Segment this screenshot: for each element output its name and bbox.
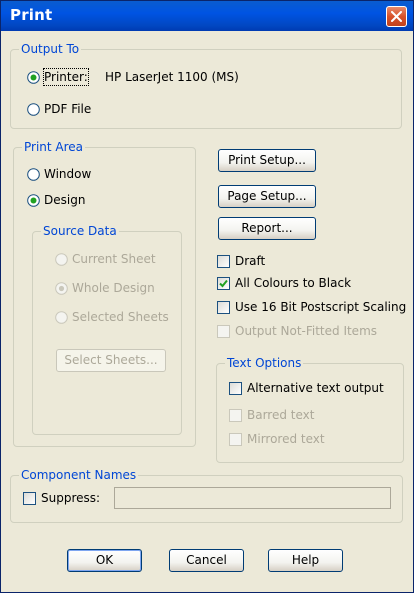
- printer-radio[interactable]: [27, 71, 40, 84]
- whole-design-radio[interactable]: [55, 282, 68, 295]
- source-data-label: Source Data: [41, 223, 119, 239]
- mirrored-text-checkbox[interactable]: [229, 433, 242, 446]
- component-names-label: Component Names: [19, 467, 139, 483]
- dialog-body: Output To Printer: HP LaserJet 1100 (MS)…: [1, 31, 413, 592]
- alternative-text-output-checkbox[interactable]: [229, 382, 242, 395]
- page-setup-button[interactable]: Page Setup...: [218, 185, 316, 208]
- design-label[interactable]: Design: [44, 192, 85, 208]
- print-setup-button[interactable]: Print Setup...: [218, 149, 316, 172]
- alternative-text-output-label[interactable]: Alternative text output: [247, 380, 384, 396]
- selected-sheets-radio[interactable]: [55, 311, 68, 324]
- print-area-label: Print Area: [22, 139, 86, 155]
- current-sheet-label[interactable]: Current Sheet: [72, 251, 156, 267]
- suppress-checkbox[interactable]: [23, 492, 36, 505]
- suppress-input[interactable]: [114, 487, 391, 509]
- close-button[interactable]: [386, 6, 407, 27]
- draft-checkbox[interactable]: [217, 255, 230, 268]
- output-to-group: Output To: [10, 41, 402, 129]
- use-16bit-postscript-checkbox[interactable]: [217, 301, 230, 314]
- pdf-file-radio[interactable]: [27, 103, 40, 116]
- barred-text-checkbox[interactable]: [229, 409, 242, 422]
- window-radio[interactable]: [27, 168, 40, 181]
- mirrored-text-label[interactable]: Mirrored text: [247, 431, 325, 447]
- draft-label[interactable]: Draft: [235, 253, 265, 269]
- print-dialog: Print Output To Printer: HP LaserJet 110…: [0, 0, 414, 593]
- select-sheets-button[interactable]: Select Sheets...: [56, 349, 166, 372]
- printer-name: HP LaserJet 1100 (MS): [105, 70, 239, 84]
- text-options-label: Text Options: [225, 355, 304, 371]
- selected-sheets-label[interactable]: Selected Sheets: [72, 309, 169, 325]
- window-label[interactable]: Window: [44, 166, 91, 182]
- pdf-file-label[interactable]: PDF File: [44, 101, 91, 117]
- design-radio[interactable]: [27, 194, 40, 207]
- output-not-fitted-label[interactable]: Output Not-Fitted Items: [235, 323, 377, 339]
- output-to-label: Output To: [19, 41, 82, 57]
- barred-text-label[interactable]: Barred text: [247, 407, 314, 423]
- use-16bit-postscript-label[interactable]: Use 16 Bit Postscript Scaling: [235, 299, 406, 315]
- close-icon: [391, 11, 402, 22]
- report-button[interactable]: Report...: [218, 217, 316, 240]
- output-not-fitted-checkbox[interactable]: [217, 325, 230, 338]
- cancel-button[interactable]: Cancel: [169, 549, 244, 572]
- whole-design-label[interactable]: Whole Design: [72, 280, 155, 296]
- checkmark-icon: [219, 279, 228, 288]
- help-button[interactable]: Help: [268, 549, 343, 572]
- all-colours-to-black-checkbox[interactable]: [217, 277, 230, 290]
- current-sheet-radio[interactable]: [55, 253, 68, 266]
- all-colours-to-black-label[interactable]: All Colours to Black: [235, 275, 351, 291]
- ok-button[interactable]: OK: [67, 549, 142, 572]
- suppress-label[interactable]: Suppress:: [41, 490, 100, 506]
- title-bar[interactable]: Print: [1, 1, 413, 31]
- printer-label[interactable]: Printer:: [43, 68, 89, 86]
- window-title: Print: [10, 6, 53, 24]
